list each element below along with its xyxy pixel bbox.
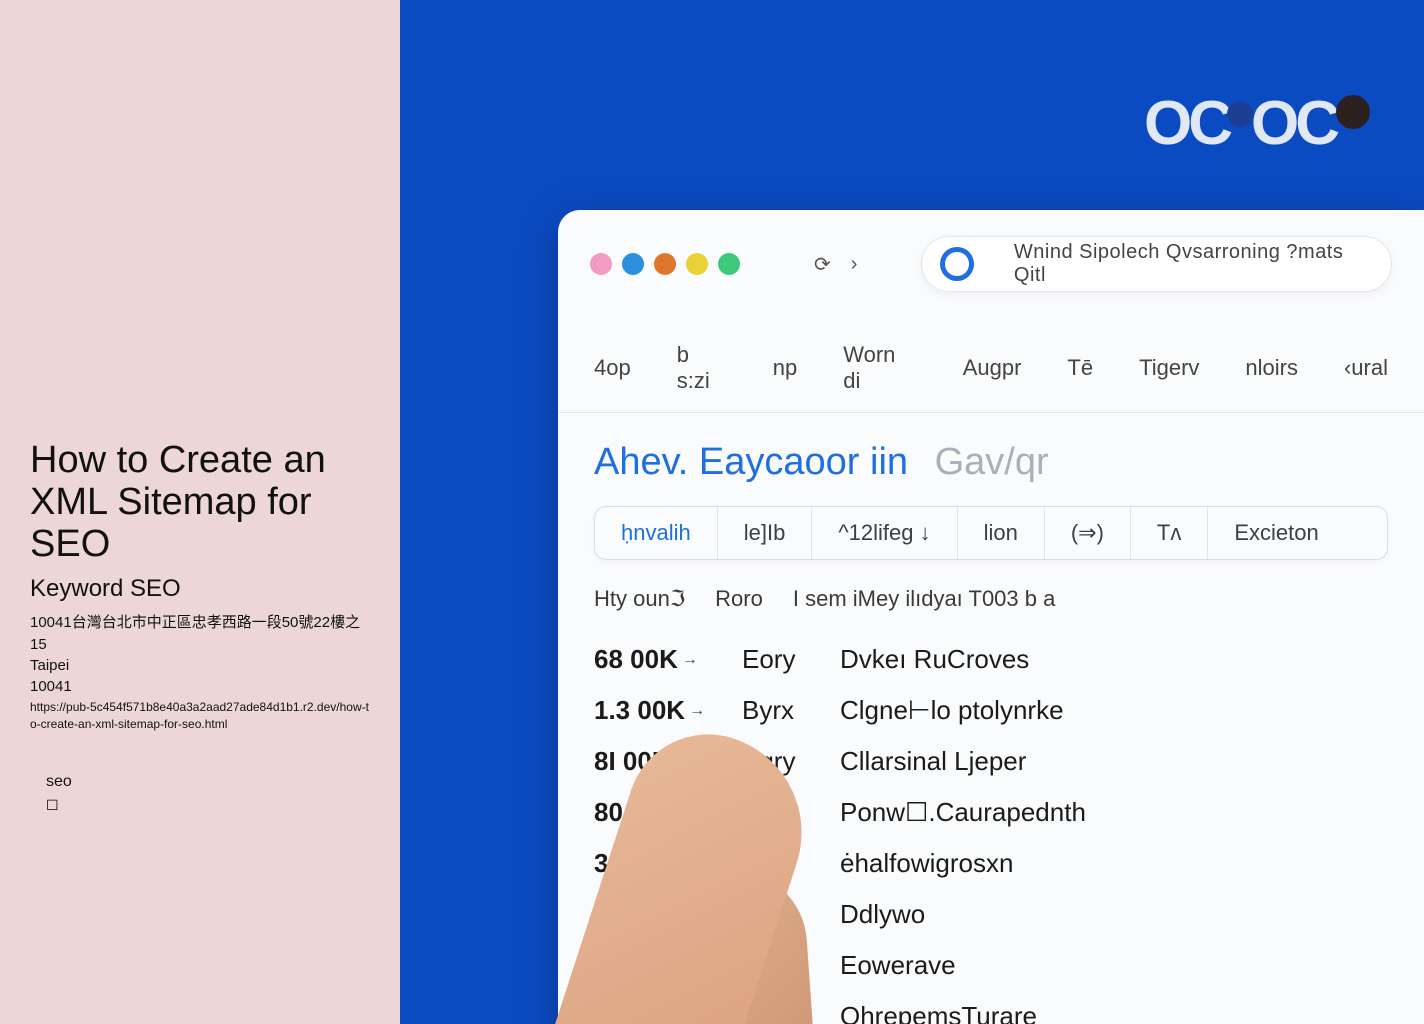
window-dot[interactable] xyxy=(654,253,676,275)
tab-strip: 4op b s:zi np Worn di Augpr Tē Tigerv nl… xyxy=(558,318,1424,413)
headline-secondary: Gav/qr xyxy=(935,441,1049,483)
source-url[interactable]: https://pub-5c454f571b8e40a3a2aad27ade84… xyxy=(30,699,370,733)
tag-icon: ☐ xyxy=(30,797,370,814)
address-bar-text: Wnind Sipolech Qvsarroning ?mats Qitl xyxy=(1014,241,1373,287)
site-ring-icon xyxy=(940,247,973,281)
row-label: OhrepemsTurare xyxy=(840,1001,1388,1024)
hand-illustration xyxy=(558,650,818,1024)
row-label: Eowerave xyxy=(840,950,1388,981)
tab-item[interactable]: np xyxy=(773,355,797,381)
row-label: Dvkeı RuCroves xyxy=(840,644,1388,675)
city: Taipei xyxy=(30,657,370,674)
filter-cell[interactable]: le]Ib xyxy=(718,507,813,559)
address-bar[interactable]: Wnind Sipolech Qvsarroning ?mats Qitl xyxy=(921,236,1392,292)
filter-cell[interactable]: ḥnvalih xyxy=(595,507,718,559)
sidebar: How to Create an XML Sitemap for SEO Key… xyxy=(0,0,400,1024)
filter-bar: ḥnvalih le]Ib ^12lifeg ↓ lion (⇒) Tʌ Exc… xyxy=(594,506,1388,560)
tab-item[interactable]: ‹ural xyxy=(1344,355,1388,381)
subhead-cell: Roro xyxy=(715,586,763,612)
postal-code: 10041 xyxy=(30,678,370,695)
filter-cell[interactable]: Tʌ xyxy=(1131,507,1208,559)
tab-item[interactable]: Augpr xyxy=(963,355,1022,381)
article-subtitle: Keyword SEO xyxy=(30,575,370,603)
brand-logo: OCOC xyxy=(1144,88,1370,159)
page-headline: Ahev. Eaycaoor iin Gav/qr xyxy=(594,441,1388,484)
browser-chrome: ⟳ › Wnind Sipolech Qvsarroning ?mats Qit… xyxy=(558,210,1424,318)
forward-icon[interactable]: › xyxy=(851,253,858,276)
window-dot[interactable] xyxy=(622,253,644,275)
row-label: ėhalfowigrosxn xyxy=(840,848,1388,879)
subhead-cell: Hty ounℑ xyxy=(594,586,685,612)
filter-cell[interactable]: (⇒) xyxy=(1045,507,1131,559)
reload-icon[interactable]: ⟳ xyxy=(814,252,831,277)
browser-window: ⟳ › Wnind Sipolech Qvsarroning ?mats Qit… xyxy=(558,210,1424,1024)
article-title: How to Create an XML Sitemap for SEO xyxy=(30,440,370,565)
row-label: Cllarsinal Ljeper xyxy=(840,746,1388,777)
row-label: Ddlywo xyxy=(840,899,1388,930)
address-line-2: 15 xyxy=(30,636,370,653)
tab-item[interactable]: Tē xyxy=(1067,355,1093,381)
tab-item[interactable]: Worn di xyxy=(843,342,916,394)
hero-area: OCOC ⟳ › Wnind Sipolech Qvsarroning ?mat… xyxy=(400,0,1424,1024)
window-dot[interactable] xyxy=(718,253,740,275)
filter-cell[interactable]: lion xyxy=(958,507,1045,559)
filter-cell[interactable]: ^12lifeg ↓ xyxy=(812,507,957,559)
traffic-lights xyxy=(590,253,740,275)
tab-item[interactable]: Tigerv xyxy=(1139,355,1199,381)
filter-cell[interactable]: Excieton xyxy=(1208,507,1344,559)
address-line-1: 10041台灣台北市中正區忠孝西路一段50號22樓之 xyxy=(30,611,370,632)
tab-item[interactable]: b s:zi xyxy=(677,342,727,394)
window-dot[interactable] xyxy=(590,253,612,275)
headline-main: Ahev. Eaycaoor iin xyxy=(594,441,908,483)
sub-header: Hty ounℑ Roro I sem iMey ilıdyaı T003 b … xyxy=(594,586,1388,612)
tag-label[interactable]: seo xyxy=(30,773,370,791)
window-dot[interactable] xyxy=(686,253,708,275)
row-label: Clgne⊢lo ptolynrke xyxy=(840,695,1388,726)
subhead-cell: I sem iMey ilıdyaı T003 b a xyxy=(793,586,1056,612)
tab-item[interactable]: 4op xyxy=(594,355,631,381)
tab-item[interactable]: nloirs xyxy=(1245,355,1298,381)
row-label: Ponw☐.Caurapednth xyxy=(840,797,1388,828)
